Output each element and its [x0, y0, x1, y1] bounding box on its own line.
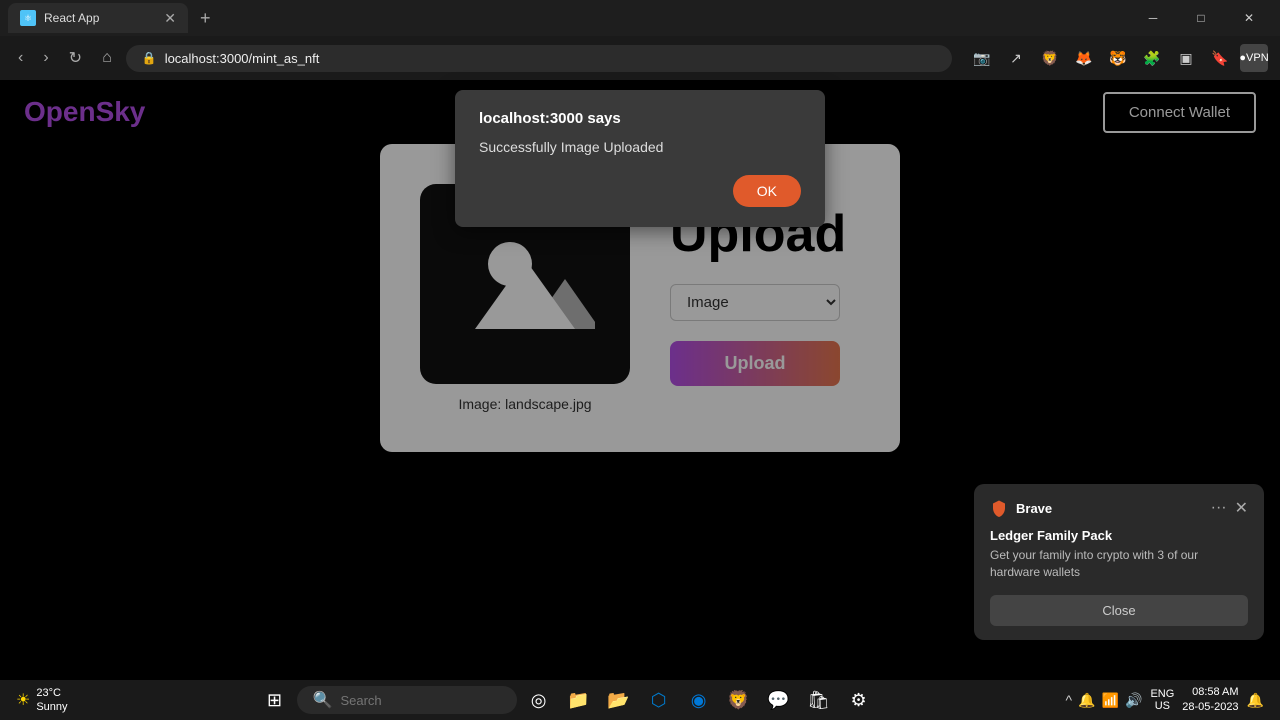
ext-bookmark-icon[interactable]: 🔖	[1206, 44, 1234, 72]
language-code: ENG	[1150, 688, 1174, 700]
tray-volume-icon[interactable]: 🔊	[1125, 692, 1142, 709]
minimize-button[interactable]: ─	[1130, 0, 1176, 36]
system-tray: ^ 🔔 📶 🔊	[1066, 692, 1143, 709]
taskbar-weather: ☀ 23°C Sunny	[8, 686, 76, 715]
tray-notification-icon[interactable]: 🔔	[1078, 692, 1095, 709]
ext-vpn-icon[interactable]: ●VPN	[1240, 44, 1268, 72]
taskbar-whatsapp-icon[interactable]: 💬	[761, 682, 797, 718]
browser-tab[interactable]: ⚛ React App ✕	[8, 3, 188, 33]
tray-datetime: 08:58 AM 28-05-2023	[1182, 685, 1238, 716]
system-language: ENG US	[1150, 688, 1174, 712]
tray-notification-bell[interactable]: 🔔	[1247, 692, 1264, 709]
tray-date-display: 28-05-2023	[1182, 700, 1238, 715]
new-tab-button[interactable]: +	[192, 4, 219, 33]
refresh-button[interactable]: ↻	[63, 44, 88, 72]
tab-title: React App	[44, 11, 99, 25]
tray-network-icon[interactable]: 📶	[1102, 692, 1119, 709]
dialog-ok-button[interactable]: OK	[733, 175, 801, 207]
tab-favicon: ⚛	[20, 10, 36, 26]
weather-desc: Sunny	[36, 700, 67, 714]
taskbar-store-icon[interactable]: 🛍	[801, 682, 837, 718]
tray-chevron-icon[interactable]: ^	[1066, 692, 1073, 708]
taskbar-vscode-icon[interactable]: ⬡	[641, 682, 677, 718]
dialog-box: localhost:3000 says Successfully Image U…	[455, 90, 825, 227]
brave-notif-app-name: Brave	[1016, 501, 1203, 516]
brave-notif-header: Brave ··· ✕	[990, 498, 1248, 518]
dialog-title: localhost:3000 says	[479, 110, 801, 127]
taskbar-start-button[interactable]: ⊞	[257, 682, 293, 718]
lock-icon: 🔒	[142, 51, 157, 65]
weather-temp: 23°C	[36, 686, 67, 700]
ext-puzzle-icon[interactable]: 🧩	[1138, 44, 1166, 72]
url-text: localhost:3000/mint_as_nft	[165, 51, 320, 66]
brave-notif-actions: ··· ✕	[1211, 498, 1248, 518]
dialog-message: Successfully Image Uploaded	[479, 139, 801, 155]
home-button[interactable]: ⌂	[96, 45, 118, 71]
brave-notif-body-title: Ledger Family Pack	[990, 528, 1248, 543]
taskbar: ☀ 23°C Sunny ⊞ 🔍 ◎ 📁 📂 ⬡ ◉ 🦁 💬 🛍 ⚙ ^ 🔔 📶…	[0, 680, 1280, 720]
ext-brave-icon[interactable]: 🦁	[1036, 44, 1064, 72]
browser-extensions: 📷 ↗ 🦁 🦊 🐯 🧩 ▣ 🔖 ●VPN	[968, 44, 1268, 72]
address-bar: ‹ › ↻ ⌂ 🔒 localhost:3000/mint_as_nft 📷 ↗…	[0, 36, 1280, 80]
close-tab-button[interactable]: ✕	[164, 10, 176, 27]
brave-notif-close-x-button[interactable]: ✕	[1235, 498, 1248, 518]
close-window-button[interactable]: ✕	[1226, 0, 1272, 36]
taskbar-search[interactable]: 🔍	[297, 686, 517, 714]
window-controls: ─ □ ✕	[1130, 0, 1272, 36]
back-button[interactable]: ‹	[12, 45, 29, 71]
brave-notification: Brave ··· ✕ Ledger Family Pack Get your …	[974, 484, 1264, 640]
ext-fox2-icon[interactable]: 🐯	[1104, 44, 1132, 72]
taskbar-center: ⊞ 🔍 ◎ 📁 📂 ⬡ ◉ 🦁 💬 🛍 ⚙	[80, 682, 1054, 718]
taskbar-files-icon[interactable]: 📂	[601, 682, 637, 718]
search-input[interactable]	[340, 693, 500, 708]
weather-icon: ☀	[16, 690, 30, 710]
ext-sidebar-icon[interactable]: ▣	[1172, 44, 1200, 72]
taskbar-edge-icon[interactable]: ◉	[681, 682, 717, 718]
search-icon: 🔍	[313, 690, 333, 710]
browser-chrome: ⚛ React App ✕ + ─ □ ✕ ‹ › ↻ ⌂ 🔒 localhos…	[0, 0, 1280, 80]
brave-notif-body-text: Get your family into crypto with 3 of ou…	[990, 547, 1248, 581]
page-content: OpenSky Connect Wallet localhost:3000 sa…	[0, 80, 1280, 680]
tray-time-display: 08:58 AM	[1182, 685, 1238, 700]
url-bar[interactable]: 🔒 localhost:3000/mint_as_nft	[126, 45, 952, 72]
region-code: US	[1150, 700, 1174, 712]
taskbar-copilot-icon[interactable]: ◎	[521, 682, 557, 718]
taskbar-explorer-icon[interactable]: 📁	[561, 682, 597, 718]
tab-bar: ⚛ React App ✕ + ─ □ ✕	[0, 0, 1280, 36]
taskbar-settings-icon[interactable]: ⚙	[841, 682, 877, 718]
brave-close-button[interactable]: Close	[990, 595, 1248, 626]
forward-button[interactable]: ›	[37, 45, 54, 71]
weather-info: 23°C Sunny	[36, 686, 67, 715]
taskbar-brave-icon[interactable]: 🦁	[721, 682, 757, 718]
ext-metamask-icon[interactable]: 🦊	[1070, 44, 1098, 72]
taskbar-right: ^ 🔔 📶 🔊 ENG US 08:58 AM 28-05-2023 🔔	[1058, 685, 1272, 716]
ext-share-icon[interactable]: ↗	[1002, 44, 1030, 72]
brave-logo-icon	[990, 499, 1008, 517]
ext-video-icon[interactable]: 📷	[968, 44, 996, 72]
brave-notif-more-button[interactable]: ···	[1211, 498, 1227, 518]
maximize-button[interactable]: □	[1178, 0, 1224, 36]
